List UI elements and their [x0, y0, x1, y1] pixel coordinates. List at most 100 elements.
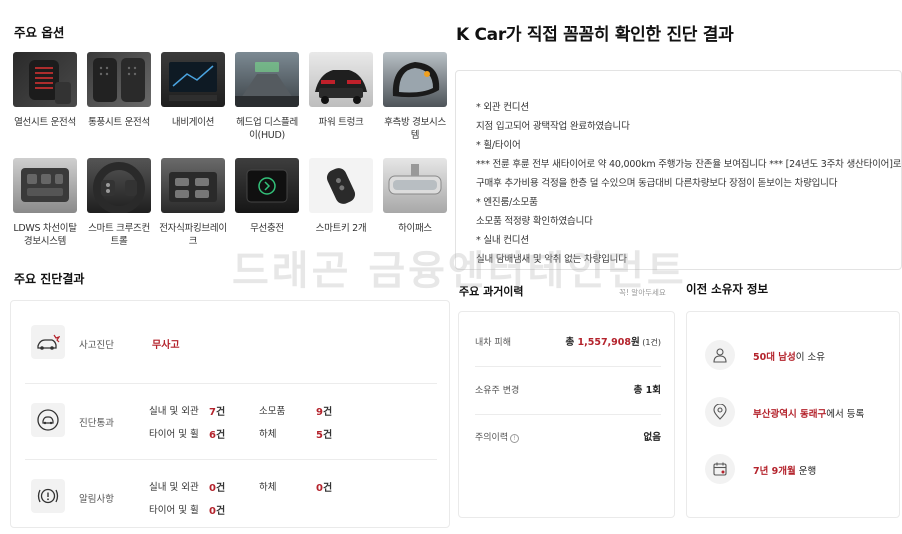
main-result-box: 사고진단 무사고 진단통과 실내 및 외관 7건 소모품 9건 타이어 및 휠 … [10, 300, 450, 528]
owner-row: 50대 남성이 소유 [705, 340, 895, 374]
option-label: 헤드업 디스플레이(HUD) [236, 117, 298, 141]
blind-spot-mirror-icon [383, 52, 447, 107]
navigation-icon [161, 52, 225, 107]
diagnosis-line: * 휠/타이어 [476, 140, 521, 151]
option-smart-cruise: 스마트 크루즈컨트롤 [84, 158, 154, 248]
history-row: 주의이력! 없음 [475, 429, 661, 445]
option-label: 하이패스 [398, 223, 432, 234]
option-heated-seat: 열선시트 운전석 [10, 52, 80, 129]
option-label: LDWS 차선이탈 경보시스템 [13, 223, 77, 247]
history-row: 소유주 변경 총 1회 [475, 382, 661, 398]
passed-cell-value: 5건 [316, 430, 333, 441]
owner-text: 7년 9개월 운행 [753, 466, 817, 477]
option-smart-key: 스마트키 2개 [306, 158, 376, 235]
notice-row: 알림사항 실내 및 외관 0건 하체 0건 타이어 및 휠 0건 [25, 477, 437, 517]
notice-cell-label: 실내 및 외관 [149, 482, 199, 493]
passed-label: 진단통과 [79, 418, 114, 429]
option-ventilated-seat: 통풍시트 운전석 [84, 52, 154, 129]
lane-departure-icon [13, 158, 77, 213]
option-power-trunk: 파워 트렁크 [306, 52, 376, 129]
main-result-title: 주요 진단결과 [14, 272, 85, 286]
passed-cell-label: 실내 및 외관 [149, 406, 199, 417]
passed-cell-value: 9건 [316, 407, 333, 418]
option-hud: 헤드업 디스플레이(HUD) [232, 52, 302, 142]
smart-key-icon [309, 158, 373, 213]
accident-label: 사고진단 [79, 340, 114, 351]
diagnosis-line: 소모품 적정량 확인하였습니다 [476, 216, 593, 227]
car-crash-icon [31, 325, 65, 359]
car-check-icon [31, 403, 65, 437]
option-label: 파워 트렁크 [318, 117, 364, 128]
option-label: 통풍시트 운전석 [88, 117, 150, 128]
hipass-mirror-icon [383, 158, 447, 213]
history-box: 내차 피해 총 1,557,908원 (1건) 소유주 변경 총 1회 주의이력… [458, 311, 675, 518]
notice-cell-value: 0건 [316, 483, 333, 494]
owner-box: 50대 남성이 소유 부산광역시 동래구에서 등록 7년 9개월 운행 [686, 311, 900, 518]
diagnosis-line: * 외관 컨디션 [476, 102, 529, 113]
notice-label: 알림사항 [79, 494, 114, 505]
options-title: 주요 옵션 [14, 25, 65, 40]
option-label: 후측방 경보시스템 [384, 117, 446, 141]
diagnosis-box: * 외관 컨디션 지점 입고되어 광택작업 완료하였습니다 * 휠/타이어 **… [455, 70, 902, 270]
option-label: 내비게이션 [171, 117, 215, 128]
passed-cell-value: 6건 [209, 430, 226, 441]
passed-cell-value: 7건 [209, 407, 226, 418]
divider [475, 366, 661, 367]
info-icon[interactable]: ! [510, 434, 520, 443]
history-value: 없음 [643, 432, 661, 443]
power-trunk-icon [309, 52, 373, 107]
option-label: 전자식파킹브레이크 [159, 223, 227, 247]
diagnosis-line: 구매후 추가비용 걱정을 한층 덜 수있으며 동급대비 다른차량보다 장점이 돋… [476, 178, 838, 189]
history-label: 내차 피해 [475, 338, 511, 348]
passed-cell-label: 타이어 및 휠 [149, 429, 199, 440]
option-label: 스마트키 2개 [315, 223, 367, 234]
divider [25, 383, 437, 384]
accident-value: 무사고 [152, 340, 180, 351]
option-navigation: 내비게이션 [158, 52, 228, 129]
calendar-icon [705, 454, 735, 484]
divider [475, 414, 661, 415]
owner-text: 50대 남성이 소유 [753, 352, 825, 363]
option-label: 열선시트 운전석 [14, 117, 76, 128]
passed-cell-label: 소모품 [259, 406, 286, 417]
diagnosis-line: 지점 입고되어 광택작업 완료하였습니다 [476, 121, 630, 132]
heated-seat-icon [13, 52, 77, 107]
brake-warning-icon [31, 479, 65, 513]
option-epb: 전자식파킹브레이크 [158, 158, 228, 248]
passed-row: 진단통과 실내 및 외관 7건 소모품 9건 타이어 및 휠 6건 하체 5건 [25, 401, 437, 441]
history-title: 주요 과거이력 [459, 285, 524, 298]
wireless-charging-icon [235, 158, 299, 213]
person-icon [705, 340, 735, 370]
accident-row: 사고진단 무사고 [25, 325, 437, 365]
option-hipass: 하이패스 [380, 158, 450, 235]
owner-title: 이전 소유자 정보 [686, 282, 769, 296]
option-blind-spot: 후측방 경보시스템 [380, 52, 450, 142]
location-pin-icon [705, 397, 735, 427]
option-label: 무선충전 [250, 223, 284, 234]
notice-cell-label: 하체 [259, 482, 277, 493]
diagnosis-line: * 실내 컨디션 [476, 235, 529, 246]
diagnosis-line: * 엔진룸/소모품 [476, 197, 538, 208]
diagnosis-line: 실내 담배냄새 및 악취 없는 차량입니다 [476, 254, 627, 265]
owner-row: 7년 9개월 운행 [705, 454, 895, 488]
owner-text: 부산광역시 동래구에서 등록 [753, 409, 865, 420]
ventilated-seat-icon [87, 52, 151, 107]
option-ldws: LDWS 차선이탈 경보시스템 [10, 158, 80, 248]
option-wireless-charging: 무선충전 [232, 158, 302, 235]
owner-row: 부산광역시 동래구에서 등록 [705, 397, 895, 431]
history-note-link[interactable]: 꼭! 알아두세요 [619, 287, 666, 298]
history-value: 총 1회 [633, 385, 661, 396]
notice-cell-value: 0건 [209, 483, 226, 494]
diagnosis-line: *** 전륜 후륜 전부 새타이어로 약 40,000km 주행가능 잔존율 보… [476, 159, 902, 170]
history-row: 내차 피해 총 1,557,908원 (1건) [475, 334, 661, 350]
electronic-parking-brake-icon [161, 158, 225, 213]
passed-cell-label: 하체 [259, 429, 277, 440]
divider [25, 459, 437, 460]
notice-cell-value: 0건 [209, 506, 226, 517]
history-label: 소유주 변경 [475, 386, 520, 396]
history-label: 주의이력! [475, 430, 520, 443]
notice-cell-label: 타이어 및 휠 [149, 505, 199, 516]
hud-icon [235, 52, 299, 107]
diagnosis-title: K Car가 직접 꼼꼼히 확인한 진단 결과 [456, 25, 734, 45]
option-label: 스마트 크루즈컨트롤 [88, 223, 150, 247]
